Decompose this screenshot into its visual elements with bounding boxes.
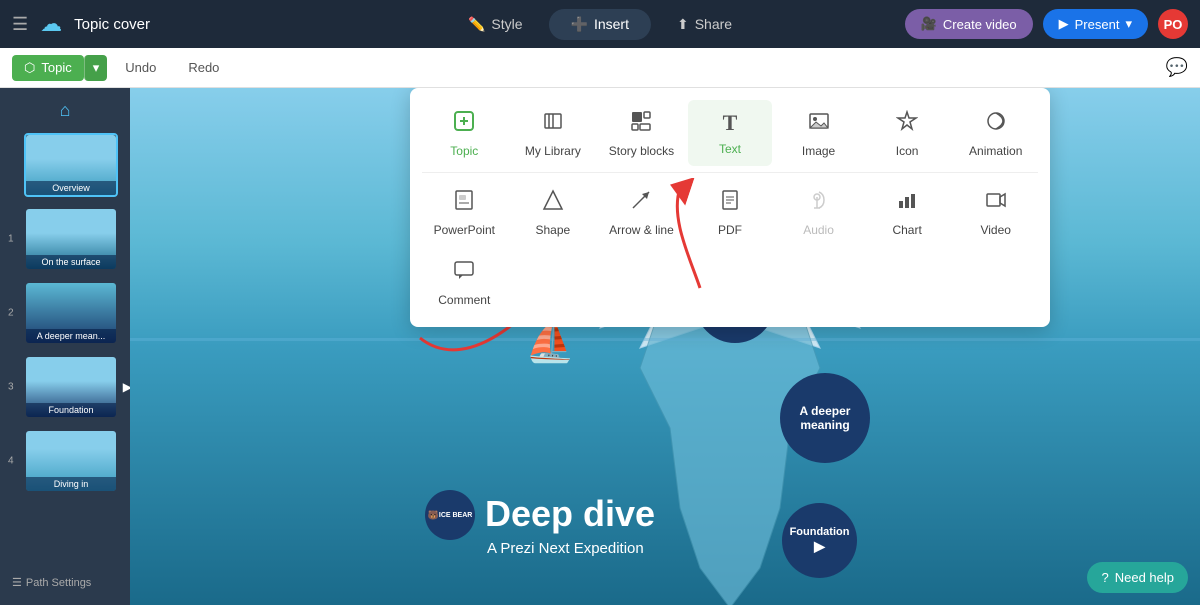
deep-dive-subtitle: A Prezi Next Expedition bbox=[487, 540, 644, 557]
secondary-toolbar: ⬡ Topic ▾ Undo Redo 💬 bbox=[0, 48, 1200, 88]
app-logo: ☁ bbox=[40, 11, 62, 37]
tab-share[interactable]: ⬆ Share bbox=[655, 9, 754, 40]
slide-num-1: 1 bbox=[8, 234, 14, 245]
animation-menu-icon bbox=[985, 110, 1007, 138]
share-icon: ⬆ bbox=[677, 16, 689, 33]
tab-style[interactable]: ✏️ Style bbox=[446, 9, 545, 40]
slide-overview-wrap: Overview bbox=[24, 133, 118, 197]
document-title: Topic cover bbox=[74, 16, 150, 33]
pdf-menu-icon bbox=[719, 189, 741, 217]
insert-item-my-library[interactable]: My Library bbox=[511, 100, 596, 166]
insert-item-arrow[interactable]: Arrow & line bbox=[599, 179, 684, 245]
water-line bbox=[130, 338, 1200, 341]
slide-label-2: A deeper mean... bbox=[26, 329, 116, 343]
slide-play-icon[interactable]: ▶ bbox=[123, 380, 130, 394]
home-icon[interactable]: ⌂ bbox=[60, 100, 71, 121]
slide-label-1: On the surface bbox=[26, 255, 116, 269]
powerpoint-menu-icon bbox=[453, 189, 475, 217]
insert-item-chart[interactable]: Chart bbox=[865, 179, 950, 245]
play-circle-icon: ▶ bbox=[814, 538, 825, 555]
insert-separator bbox=[422, 172, 1038, 173]
insert-item-icon[interactable]: Icon bbox=[865, 100, 950, 166]
text-menu-icon: T bbox=[723, 110, 738, 136]
insert-item-powerpoint[interactable]: PowerPoint bbox=[422, 179, 507, 245]
insert-item-image[interactable]: Image bbox=[776, 100, 861, 166]
slide-thumb-1[interactable]: On the surface bbox=[24, 207, 118, 271]
canvas-area[interactable]: Diving in ⛵ 🚢 On the surface A deeper me… bbox=[130, 88, 1200, 605]
slide-2-wrap: 2 A deeper mean... bbox=[24, 281, 118, 345]
topic-menu-icon bbox=[453, 110, 475, 138]
video-camera-icon: 🎥 bbox=[921, 16, 937, 32]
insert-item-shape[interactable]: Shape bbox=[511, 179, 596, 245]
path-settings-icon: ☰ bbox=[12, 576, 22, 589]
style-icon: ✏️ bbox=[468, 16, 485, 33]
insert-item-text[interactable]: T Text bbox=[688, 100, 773, 166]
icebear-logo: 🐻ICE BEAR bbox=[425, 490, 475, 540]
slide-num-2: 2 bbox=[8, 308, 14, 319]
menu-icon[interactable]: ☰ bbox=[12, 14, 28, 35]
topbar-tabs: ✏️ Style ➕ Insert ⬆ Share bbox=[446, 9, 754, 40]
path-settings-button[interactable]: ☰ Path Settings bbox=[4, 568, 126, 597]
insert-item-audio[interactable]: Audio bbox=[776, 179, 861, 245]
library-menu-icon bbox=[542, 110, 564, 138]
insert-item-pdf[interactable]: PDF bbox=[688, 179, 773, 245]
icon-menu-icon bbox=[896, 110, 918, 138]
insert-item-story-blocks[interactable]: Story blocks bbox=[599, 100, 684, 166]
insert-item-animation[interactable]: Animation bbox=[953, 100, 1038, 166]
node-deeper[interactable]: A deeper meaning bbox=[780, 373, 870, 463]
slide-thumb-3[interactable]: Foundation bbox=[24, 355, 118, 419]
redo-button[interactable]: Redo bbox=[174, 55, 233, 80]
node-foundation[interactable]: Foundation ▶ bbox=[782, 503, 857, 578]
user-avatar[interactable]: PO bbox=[1158, 9, 1188, 39]
slide-label-3: Foundation bbox=[26, 403, 116, 417]
present-dropdown-icon[interactable]: ▾ bbox=[1125, 16, 1132, 32]
insert-item-topic[interactable]: Topic bbox=[422, 100, 507, 166]
play-icon: ▶ bbox=[1059, 16, 1069, 32]
audio-menu-icon bbox=[808, 189, 830, 217]
shape-menu-icon bbox=[542, 189, 564, 217]
slide-num-3: 3 bbox=[8, 382, 14, 393]
slide-4-wrap: 4 Diving in bbox=[24, 429, 118, 493]
comment-icon[interactable]: 💬 bbox=[1166, 57, 1188, 78]
insert-grid: Topic My Library Story blocks T Text bbox=[422, 100, 1038, 315]
help-icon: ? bbox=[1101, 570, 1108, 585]
topbar: ☰ ☁ Topic cover ✏️ Style ➕ Insert ⬆ Shar… bbox=[0, 0, 1200, 48]
insert-icon: ➕ bbox=[571, 16, 588, 33]
slide-3-wrap: 3 Foundation ▶ bbox=[24, 355, 118, 419]
insert-item-video[interactable]: Video bbox=[953, 179, 1038, 245]
undo-button[interactable]: Undo bbox=[111, 55, 170, 80]
topic-dropdown-button[interactable]: ▾ bbox=[84, 55, 108, 81]
slide-thumb-2[interactable]: A deeper mean... bbox=[24, 281, 118, 345]
need-help-button[interactable]: ? Need help bbox=[1087, 562, 1188, 593]
video-menu-icon bbox=[985, 189, 1007, 217]
comment-menu-icon bbox=[453, 259, 475, 287]
slide-label-4: Diving in bbox=[26, 477, 116, 491]
tab-insert[interactable]: ➕ Insert bbox=[549, 9, 651, 40]
slide-thumb-overview[interactable]: Overview bbox=[24, 133, 118, 197]
topic-button[interactable]: ⬡ Topic bbox=[12, 55, 84, 81]
create-video-button[interactable]: 🎥 Create video bbox=[905, 9, 1033, 39]
slide-num-4: 4 bbox=[8, 456, 14, 467]
topic-icon: ⬡ bbox=[24, 60, 35, 76]
insert-dropdown-menu: Topic My Library Story blocks T Text bbox=[410, 88, 1050, 327]
slides-sidebar: ⌂ Overview 1 On the surface 2 bbox=[0, 88, 130, 605]
present-button[interactable]: ▶ Present ▾ bbox=[1043, 9, 1148, 39]
image-menu-icon bbox=[808, 110, 830, 138]
slide-thumb-4[interactable]: Diving in bbox=[24, 429, 118, 493]
slide-1-wrap: 1 On the surface bbox=[24, 207, 118, 271]
slide-label-overview: Overview bbox=[26, 181, 116, 195]
story-blocks-menu-icon bbox=[630, 110, 652, 138]
topbar-right: 🎥 Create video ▶ Present ▾ PO bbox=[905, 9, 1188, 39]
chart-menu-icon bbox=[896, 189, 918, 217]
insert-item-comment[interactable]: Comment bbox=[422, 249, 507, 315]
arrow-menu-icon bbox=[630, 189, 652, 217]
deep-dive-title: Deep dive bbox=[485, 493, 655, 535]
main-content: ⌂ Overview 1 On the surface 2 bbox=[0, 88, 1200, 605]
